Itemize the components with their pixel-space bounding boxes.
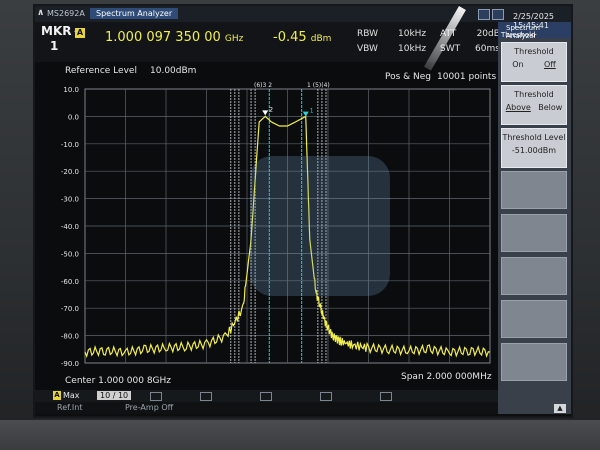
y-tick-label: -10.0 [61, 141, 79, 149]
threshold-below-option[interactable]: Below [538, 103, 562, 112]
window-controls [478, 9, 504, 20]
trace-slot-c[interactable] [200, 392, 212, 401]
trace-badge: A [53, 391, 61, 400]
marker-2-icon [262, 110, 269, 116]
y-tick-label: -70.0 [61, 305, 79, 313]
trace-count: 10 / 10 [97, 391, 132, 400]
preamp-status: Pre-Amp Off [125, 403, 174, 412]
marker-2-label: 2 [269, 106, 273, 113]
page-up-icon[interactable]: ▲ [554, 404, 566, 413]
system-status-bar: Ref.Int Pre-Amp Off [35, 402, 498, 414]
title-bar: ∧ MS2692A Spectrum Analyzer [35, 6, 571, 22]
span-value[interactable]: Span 2.000 000MHz [401, 372, 492, 382]
y-axis-labels: 10.0 0.0 -10.0 -20.0 -30.0 -40.0 -50.0 -60.0 -70… [61, 86, 79, 368]
y-tick-label: -30.0 [61, 196, 79, 204]
threshold-above-option[interactable]: Above [506, 103, 531, 112]
softkey-7[interactable] [501, 300, 567, 338]
bandwidth-labels: RBW VBW [357, 29, 379, 54]
threshold-direction-softkey[interactable]: Threshold Above Below [501, 85, 567, 125]
softkey-4[interactable] [501, 171, 567, 209]
trace-slot-d[interactable] [260, 392, 272, 401]
marker-1-icon [302, 111, 309, 117]
bandwidth-values: 10kHz 10kHz [398, 29, 427, 54]
marker-1-label: 1 [310, 108, 314, 115]
y-tick-label: -40.0 [61, 223, 79, 231]
y-tick-label: -50.0 [61, 250, 79, 258]
y-tick-label: -60.0 [61, 278, 79, 286]
y-tick-label: 0.0 [68, 113, 79, 121]
threshold-on-option[interactable]: On [512, 60, 523, 69]
marker-level: -0.45 dBm [273, 30, 332, 45]
trace-slot-e[interactable] [320, 392, 332, 401]
threshold-off-option[interactable]: Off [544, 60, 556, 69]
analyzer-screen: ∧ MS2692A Spectrum Analyzer MKR ▾ 1 A 1.… [33, 4, 573, 418]
app-name: Spectrum Analyzer [90, 8, 179, 19]
att-swt-values: 20dB 60ms [475, 29, 500, 54]
trace-slot-b[interactable] [150, 392, 162, 401]
y-tick-label: -20.0 [61, 168, 79, 176]
maximize-icon[interactable] [492, 9, 504, 20]
reference-status: Ref.Int [57, 403, 83, 412]
softkey-8[interactable] [501, 343, 567, 381]
trace-mode: Max [63, 391, 80, 400]
softkey-5[interactable] [501, 214, 567, 252]
soft-key-panel: Spectrum Analyzer Threshold Threshold On… [498, 22, 571, 414]
y-tick-label: -90.0 [61, 360, 79, 368]
instrument-bezel [0, 420, 600, 450]
model-label: MS2692A [47, 9, 85, 18]
softkey-6[interactable] [501, 257, 567, 295]
marker-tags-left: (6)3 2 [254, 82, 272, 89]
marker-label[interactable]: MKR ▾ [41, 24, 78, 38]
screen-reflection [250, 156, 390, 296]
marker-symbols: 12 [262, 106, 314, 117]
marker-number: 1 [50, 39, 59, 53]
minimize-icon[interactable] [478, 9, 490, 20]
trace-slot-f[interactable] [380, 392, 392, 401]
threshold-onoff-softkey[interactable]: Threshold On Off [501, 42, 567, 82]
y-tick-label: 10.0 [63, 86, 79, 94]
marker-trace-badge: A [75, 28, 85, 38]
y-tick-label: -80.0 [61, 333, 79, 341]
threshold-level-softkey[interactable]: Threshold Level -51.00dBm [501, 128, 567, 168]
datetime: 2/25/2025 15:45:41 [513, 12, 555, 30]
trace-status-bar: A Max 10 / 10 [35, 390, 498, 402]
anritsu-logo-icon: ∧ [37, 8, 45, 18]
center-frequency[interactable]: Center 1.000 000 8GHz [65, 376, 171, 386]
measurement-header: MKR ▾ 1 A 1.000 097 350 00 GHz -0.45 dBm… [35, 22, 500, 62]
marker-frequency: 1.000 097 350 00 GHz [105, 30, 244, 45]
marker-tags-right: 1 (5)(4) [307, 82, 330, 89]
